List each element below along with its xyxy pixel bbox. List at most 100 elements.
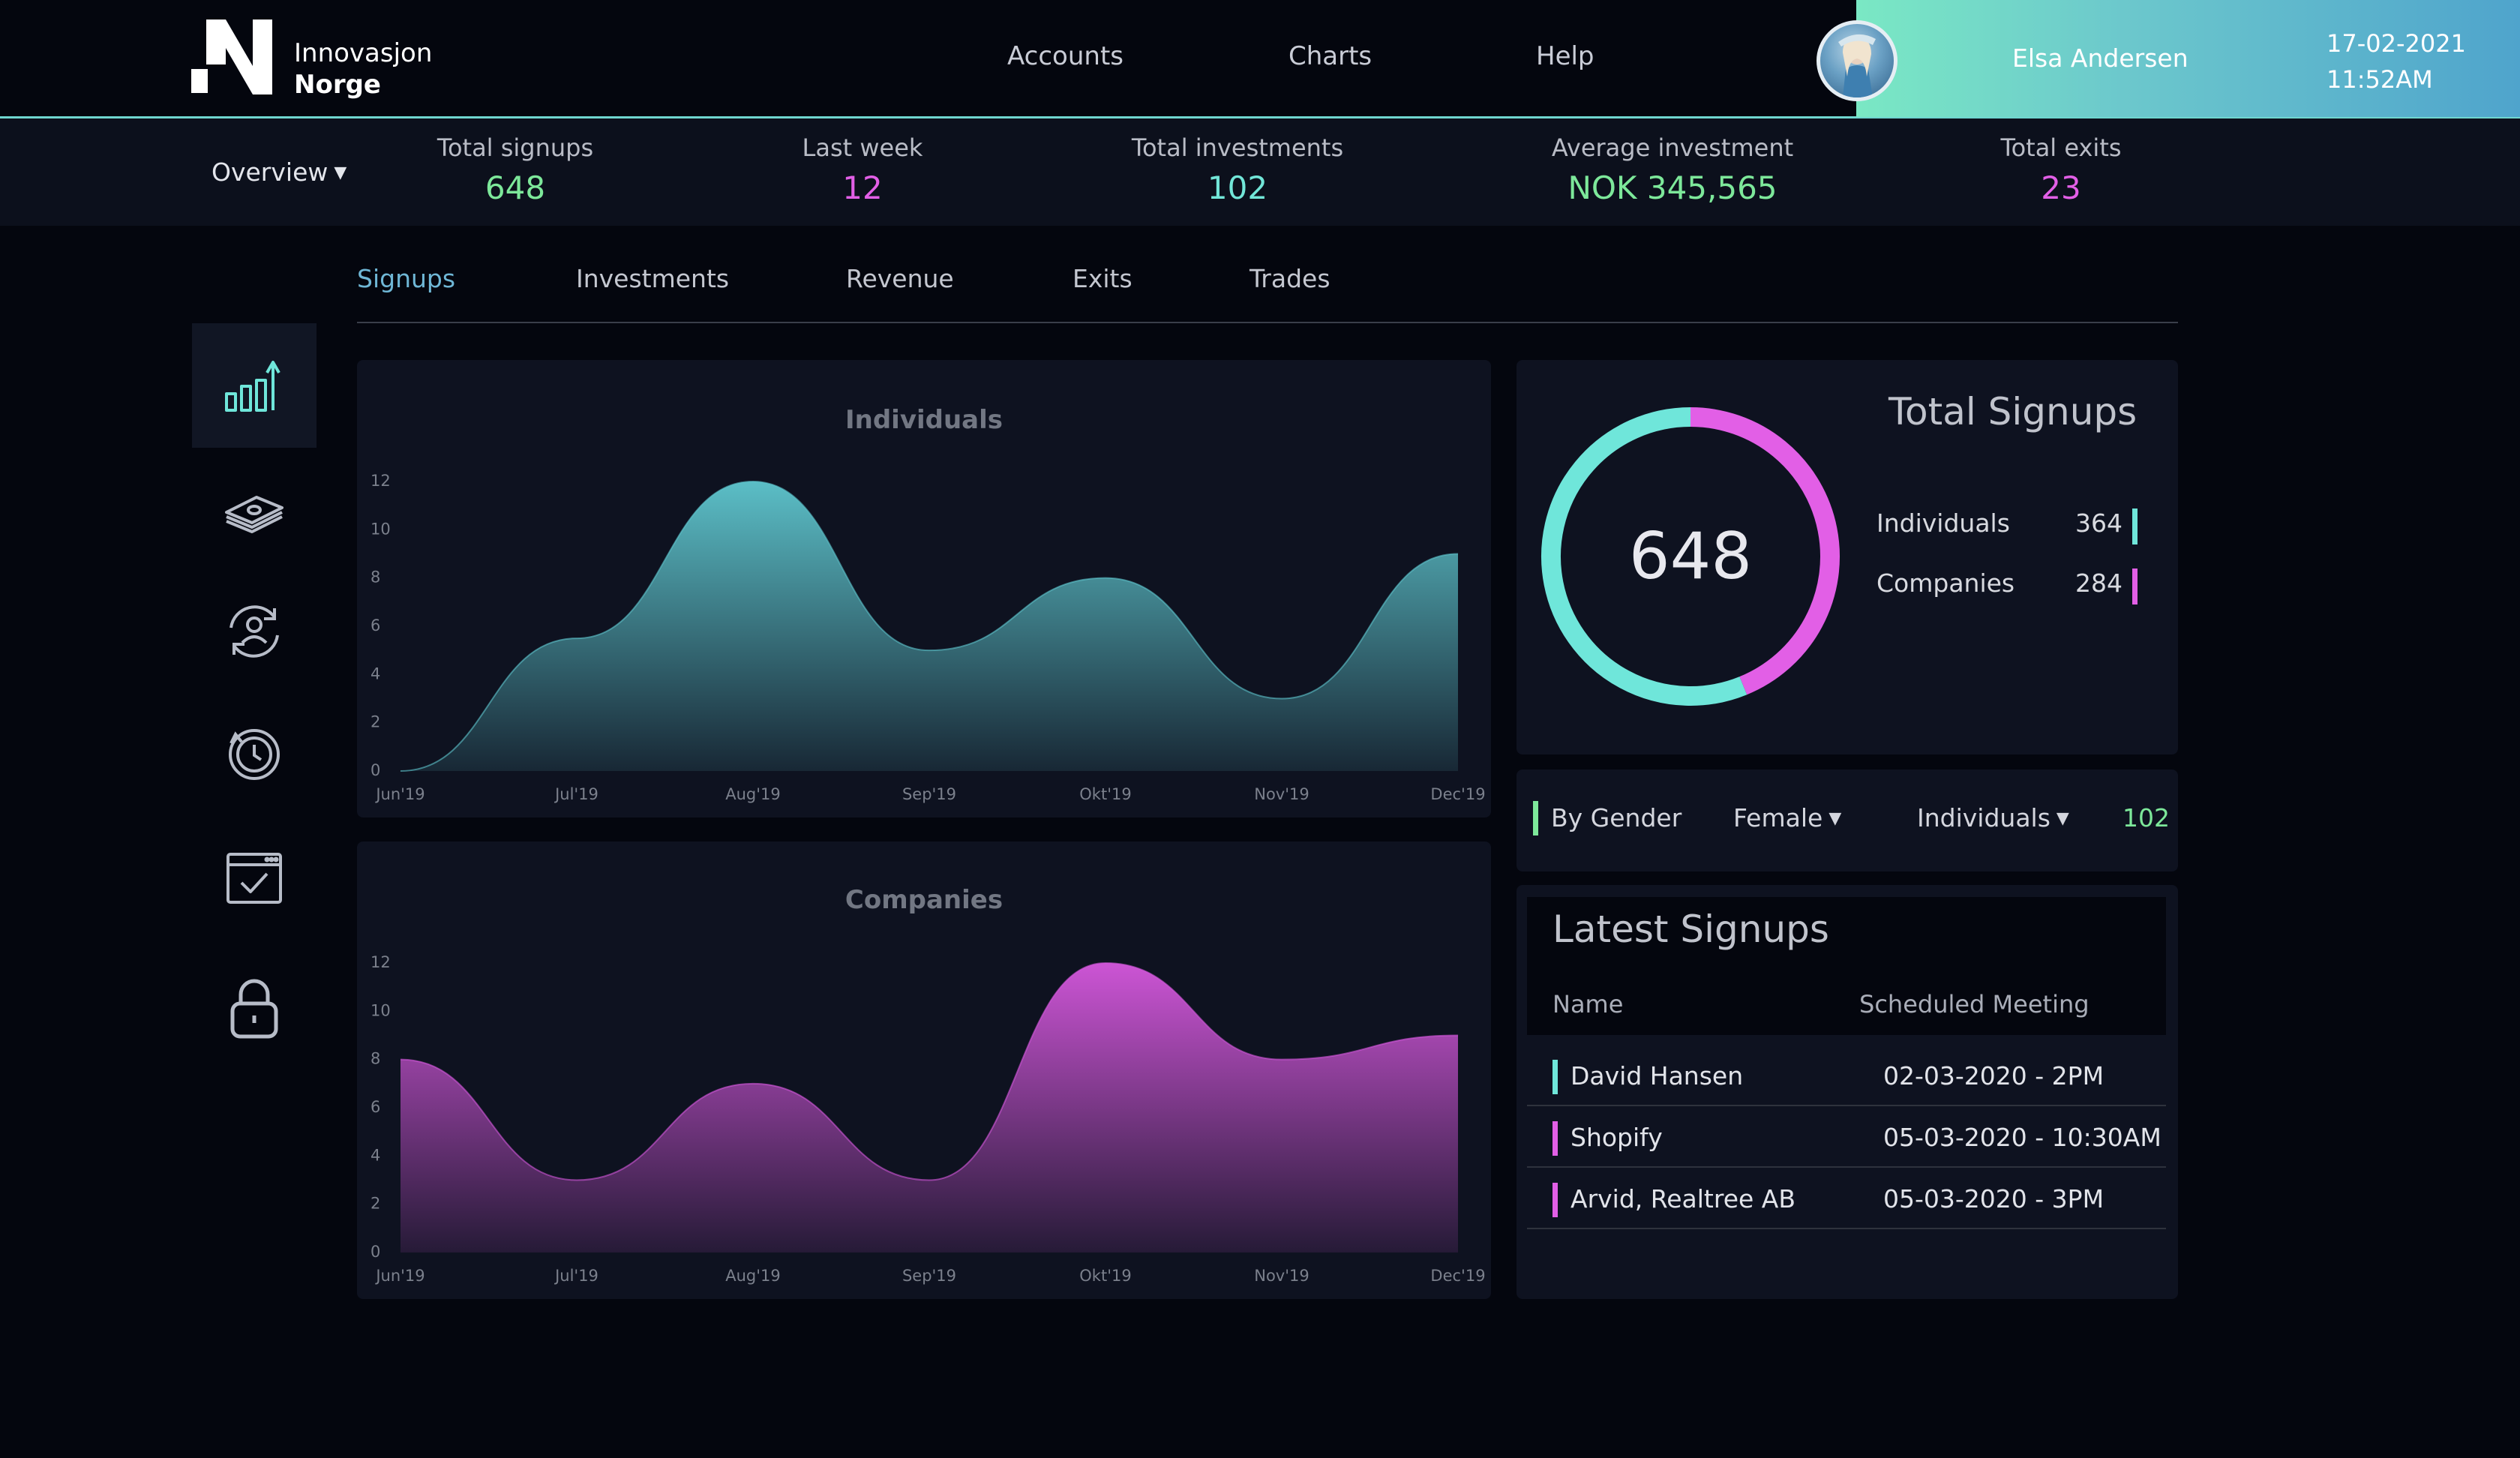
tab-revenue[interactable]: Revenue xyxy=(846,264,954,293)
clock-history-icon xyxy=(229,729,280,780)
y-tick-label: 2 xyxy=(370,713,380,731)
area-fill xyxy=(400,482,1458,771)
individuals-chart-panel: Individuals 0 2 4 6 8 10 12 Jun'19 Jul'19 Aug'19 S… xyxy=(357,360,1491,818)
latest-signups-title: Latest Signups xyxy=(1552,908,1829,951)
bar-chart-growth-icon xyxy=(225,361,280,412)
innovasjon-norge-logo-icon[interactable] xyxy=(191,20,274,94)
caret-down-icon: ▼ xyxy=(334,164,347,182)
stat-last-week: Last week 12 xyxy=(802,134,923,206)
filter-accent-bar xyxy=(1533,801,1538,836)
brand-line-1: Innovasjon xyxy=(294,38,433,68)
x-tick-label: Jun'19 xyxy=(374,1267,424,1285)
sidebar-item-calendar[interactable] xyxy=(192,815,316,940)
column-header-name[interactable]: Name xyxy=(1552,990,1623,1018)
top-bar: Innovasjon Norge Accounts Charts Help El… xyxy=(0,0,2520,118)
lock-icon xyxy=(230,979,278,1039)
legend-count: 284 xyxy=(2075,568,2122,598)
user-photo-icon xyxy=(1838,34,1876,98)
area-fill xyxy=(400,963,1458,1252)
filter-label: By Gender xyxy=(1551,803,1682,832)
table-row[interactable]: Arvid, Realtree AB 05-03-2020 - 3PM xyxy=(1527,1168,2166,1229)
row-color-bar xyxy=(1552,1183,1558,1217)
y-tick-label: 4 xyxy=(370,1146,380,1164)
y-tick-label: 6 xyxy=(370,616,380,634)
row-meeting: 02-03-2020 - 2PM xyxy=(1883,1061,2104,1090)
sidebar-item-investments[interactable] xyxy=(192,446,316,571)
stat-label: Average investment xyxy=(1551,134,1794,162)
tab-investments[interactable]: Investments xyxy=(576,264,729,293)
sidebar-item-signups[interactable] xyxy=(192,323,316,448)
y-tick-label: 8 xyxy=(370,568,380,586)
legend-label: Companies xyxy=(1876,568,2015,598)
nav-accounts[interactable]: Accounts xyxy=(1007,41,1124,71)
sidebar-item-history[interactable] xyxy=(192,692,316,817)
user-name[interactable]: Elsa Andersen xyxy=(2012,44,2188,73)
stat-label: Last week xyxy=(802,134,923,162)
current-date: 17-02-2021 xyxy=(2326,29,2466,58)
y-tick-label: 10 xyxy=(370,1001,391,1019)
x-tick-label: Aug'19 xyxy=(725,1267,781,1285)
avatar[interactable] xyxy=(1816,20,1898,101)
individuals-area-chart: 0 2 4 6 8 10 12 Jun'19 Jul'19 Aug'19 Sep'19 Okt'19 N… xyxy=(370,472,1486,803)
y-tick-label: 0 xyxy=(370,761,380,779)
filter-result-count: 102 xyxy=(2122,803,2170,832)
tab-signups[interactable]: Signups xyxy=(357,264,455,293)
stat-value: NOK 345,565 xyxy=(1552,170,1793,206)
type-dropdown[interactable]: Individuals ▼ xyxy=(1917,803,2069,832)
stat-currency: NOK xyxy=(1568,170,1637,206)
x-tick-label: Dec'19 xyxy=(1430,785,1485,803)
tab-exits[interactable]: Exits xyxy=(1072,264,1132,293)
stat-value: 23 xyxy=(2041,170,2081,206)
brand-name: Innovasjon Norge xyxy=(294,38,432,100)
x-tick-label: Jul'19 xyxy=(554,785,598,803)
row-color-bar xyxy=(1552,1121,1558,1156)
current-time: 11:52AM xyxy=(2326,65,2433,94)
row-name: David Hansen xyxy=(1570,1061,1744,1090)
x-tick-label: Okt'19 xyxy=(1079,785,1131,803)
tabs-divider xyxy=(357,322,2178,323)
y-tick-label: 12 xyxy=(370,953,391,971)
total-signups-title: Total Signups xyxy=(1888,390,2138,434)
stat-label: Total signups xyxy=(436,134,594,162)
table-row[interactable]: David Hansen 02-03-2020 - 2PM xyxy=(1527,1045,2166,1106)
y-tick-label: 8 xyxy=(370,1050,380,1068)
donut-total: 648 xyxy=(1628,519,1753,594)
tab-trades[interactable]: Trades xyxy=(1250,264,1330,293)
sidebar-item-accounts[interactable] xyxy=(192,569,316,694)
user-exchange-icon xyxy=(230,605,279,658)
stat-label: Total exits xyxy=(2000,134,2122,162)
caret-down-icon: ▼ xyxy=(2056,809,2069,828)
companies-chart-panel: Companies 0 2 4 6 8 10 12 Jun'19 Jul'19 Aug'19 Sep… xyxy=(357,842,1491,1299)
y-tick-label: 0 xyxy=(370,1243,380,1261)
stats-bar: Overview ▼ Total signups 648 Last week 12… xyxy=(0,118,2520,226)
money-stack-icon xyxy=(225,496,284,533)
brand-line-2: Norge xyxy=(294,70,381,100)
legend-companies: Companies 284 xyxy=(1876,568,2154,606)
type-dropdown-value: Individuals xyxy=(1917,803,2050,832)
column-header-meeting[interactable]: Scheduled Meeting xyxy=(1859,990,2090,1018)
row-meeting: 05-03-2020 - 3PM xyxy=(1883,1184,2104,1214)
x-tick-label: Dec'19 xyxy=(1430,1267,1485,1285)
nav-charts[interactable]: Charts xyxy=(1288,41,1372,71)
legend-color-bar xyxy=(2132,508,2138,544)
legend-label: Individuals xyxy=(1876,508,2010,538)
y-tick-label: 10 xyxy=(370,520,391,538)
overview-dropdown[interactable]: Overview ▼ xyxy=(212,158,346,187)
overview-label: Overview xyxy=(212,158,328,187)
stat-label: Total investments xyxy=(1131,134,1344,162)
stat-value: 102 xyxy=(1207,170,1268,206)
y-tick-label: 12 xyxy=(370,472,391,490)
row-name: Shopify xyxy=(1570,1123,1663,1152)
row-color-bar xyxy=(1552,1060,1558,1094)
nav-help[interactable]: Help xyxy=(1536,41,1594,71)
calendar-check-icon xyxy=(226,853,282,904)
stat-total-investments: Total investments 102 xyxy=(1132,134,1343,206)
stat-average-investment: Average investment NOK 345,565 xyxy=(1552,134,1793,206)
x-tick-label: Nov'19 xyxy=(1254,785,1309,803)
gender-dropdown[interactable]: Female ▼ xyxy=(1733,803,1841,832)
stat-total-exits: Total exits 23 xyxy=(2000,134,2121,206)
sidebar-item-security[interactable] xyxy=(192,945,316,1070)
table-row[interactable]: Shopify 05-03-2020 - 10:30AM xyxy=(1527,1106,2166,1168)
row-name: Arvid, Realtree AB xyxy=(1570,1184,1796,1214)
stat-amount: 345,565 xyxy=(1646,170,1778,206)
